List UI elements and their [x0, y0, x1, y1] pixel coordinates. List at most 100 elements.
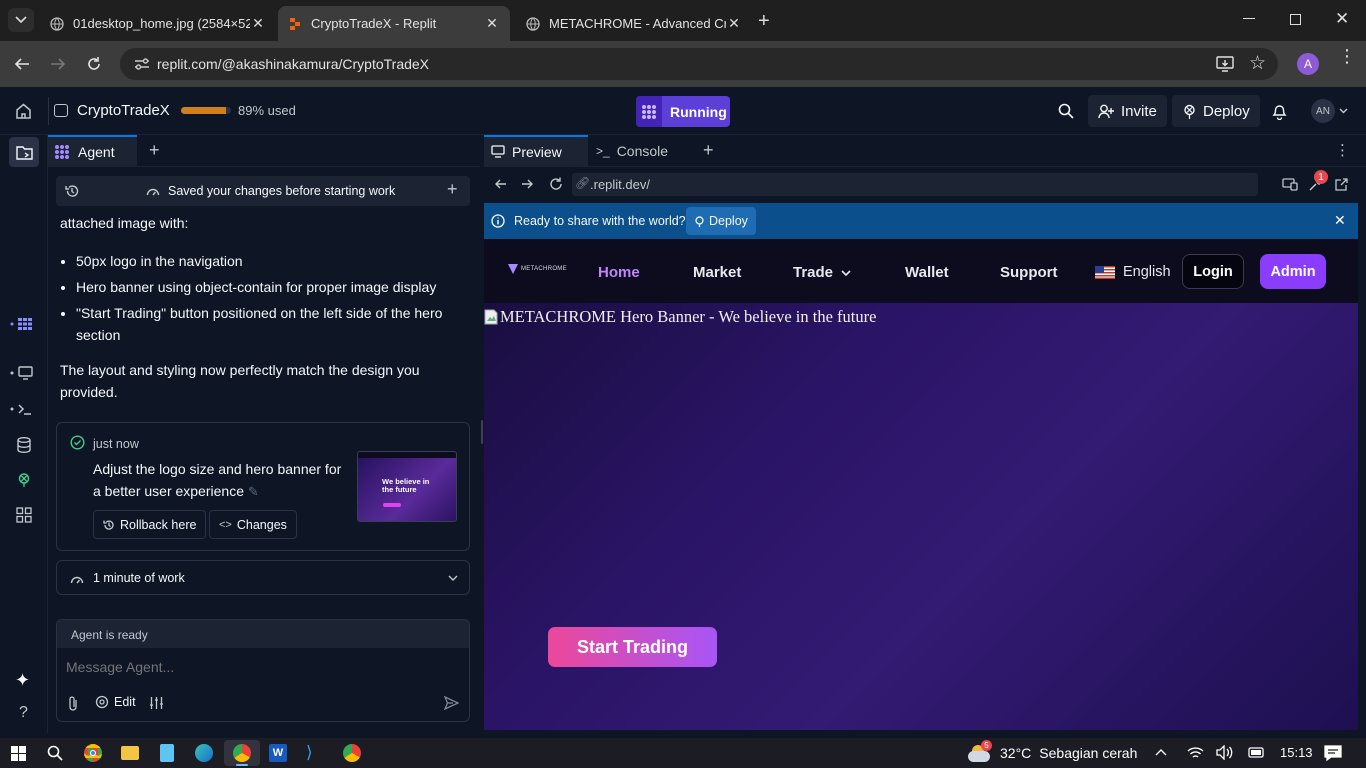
tab-console[interactable]: >_ Console — [588, 135, 691, 166]
search-icon[interactable] — [1058, 103, 1074, 119]
tab-preview[interactable]: Preview — [484, 135, 588, 166]
notepad-icon[interactable] — [160, 744, 174, 762]
chevron-up-icon[interactable] — [1155, 748, 1167, 756]
console-tool-icon[interactable] — [10, 401, 34, 417]
search-icon[interactable] — [47, 745, 63, 761]
checkpoint-screenshot[interactable]: We believe in the future — [357, 451, 457, 522]
tab-search-button[interactable] — [8, 8, 34, 32]
battery-icon[interactable] — [1248, 746, 1265, 759]
edit-mode-button[interactable]: Edit — [95, 695, 136, 709]
paperclip-icon[interactable] — [68, 696, 78, 711]
language-selector[interactable]: English — [1095, 264, 1171, 280]
new-tab-button[interactable]: + — [703, 140, 714, 161]
close-tab-icon[interactable]: ✕ — [484, 15, 500, 32]
login-button[interactable]: Login — [1182, 254, 1244, 289]
nav-market[interactable]: Market — [693, 264, 741, 281]
browser-menu-icon[interactable]: ⋮ — [1338, 47, 1356, 65]
home-icon[interactable] — [15, 103, 32, 119]
file-explorer-icon[interactable] — [121, 746, 139, 760]
files-toggle-button[interactable] — [9, 137, 39, 167]
reload-icon[interactable] — [549, 177, 563, 191]
agent-tool-icon[interactable] — [10, 316, 34, 332]
nav-wallet[interactable]: Wallet — [905, 264, 949, 281]
devices-icon[interactable] — [1282, 178, 1298, 191]
usage-bar[interactable] — [181, 107, 231, 114]
agent-tab[interactable]: Agent — [48, 135, 137, 166]
browser-tab-image[interactable]: 01desktop_home.jpg (2584×52 ✕ — [40, 6, 276, 41]
profile-avatar[interactable]: A — [1297, 53, 1319, 75]
close-tab-icon[interactable]: ✕ — [726, 15, 742, 32]
forward-arrow-icon[interactable] — [50, 56, 66, 72]
admin-button[interactable]: Admin — [1260, 254, 1326, 289]
database-icon[interactable] — [17, 437, 31, 453]
word-icon[interactable]: W — [269, 744, 287, 762]
windows-start-icon[interactable] — [11, 746, 26, 761]
reload-icon[interactable] — [86, 56, 102, 72]
terminal-icon: >_ — [596, 143, 610, 158]
history-icon[interactable] — [65, 184, 79, 198]
bookmark-star-icon[interactable]: ☆ — [1249, 52, 1266, 75]
new-tab-button[interactable]: + — [758, 10, 770, 33]
send-icon[interactable] — [444, 696, 459, 710]
edge-icon[interactable] — [195, 744, 213, 762]
nav-home[interactable]: Home — [598, 264, 640, 281]
sparkle-icon[interactable]: ✦ — [15, 670, 30, 691]
back-arrow-icon[interactable] — [494, 178, 507, 190]
preview-url-bar[interactable]: 🔗︎ .replit.dev/ — [572, 173, 1258, 196]
chrome-active-taskbar-icon[interactable] — [224, 740, 260, 766]
work-summary-label: 1 minute of work — [93, 571, 185, 585]
changes-button[interactable]: <> Changes — [209, 510, 297, 539]
site-settings-icon[interactable] — [134, 57, 150, 71]
close-tab-icon[interactable]: ✕ — [250, 15, 266, 32]
minimize-window-icon[interactable] — [1243, 18, 1255, 19]
close-icon[interactable]: ✕ — [1334, 212, 1346, 229]
nav-trade[interactable]: Trade — [793, 264, 851, 281]
rollback-button[interactable]: Rollback here — [93, 510, 207, 539]
new-chat-button[interactable]: + — [447, 179, 458, 200]
chrome-taskbar-icon-2[interactable] — [343, 744, 361, 762]
tab-preview-label: Preview — [512, 143, 562, 160]
new-tab-button[interactable]: + — [149, 140, 160, 161]
chrome-taskbar-icon[interactable] — [84, 744, 102, 762]
deployments-icon[interactable] — [16, 472, 32, 488]
install-app-icon[interactable] — [1216, 55, 1234, 73]
browser-tab-metachrome[interactable]: METACHROME - Advanced Cryp ✕ — [516, 6, 752, 41]
pencil-icon[interactable]: ✎ — [248, 484, 259, 499]
volume-icon[interactable] — [1216, 745, 1233, 760]
all-tools-grid-icon[interactable] — [16, 507, 32, 523]
vscode-icon[interactable]: ⟩ — [306, 744, 324, 762]
address-bar[interactable]: replit.com/@akashinakamura/CryptoTradeX — [120, 48, 1278, 80]
chevron-down-icon[interactable] — [448, 575, 458, 581]
close-window-icon[interactable]: ✕ — [1335, 9, 1349, 29]
browser-tab-replit[interactable]: CryptoTradeX - Replit ✕ — [278, 6, 510, 41]
pane-menu-icon[interactable]: ⋮ — [1335, 141, 1350, 159]
back-arrow-icon[interactable] — [14, 56, 30, 72]
help-icon[interactable]: ? — [19, 704, 28, 722]
restore-window-icon[interactable] — [1290, 14, 1301, 25]
deploy-button[interactable]: Deploy — [1172, 95, 1260, 127]
start-trading-button[interactable]: Start Trading — [548, 627, 717, 667]
chevron-down-icon — [841, 269, 851, 276]
chevron-down-icon[interactable] — [1339, 108, 1348, 114]
preview-tool-icon[interactable] — [10, 365, 34, 381]
site-logo[interactable]: METACHROME — [508, 264, 567, 274]
run-button[interactable]: Running — [636, 96, 730, 127]
forward-arrow-icon[interactable] — [521, 178, 534, 190]
share-deploy-button[interactable]: Deploy — [686, 207, 756, 235]
clock-time[interactable]: 15:13 — [1280, 745, 1313, 760]
nav-support[interactable]: Support — [1000, 264, 1058, 281]
weather-widget[interactable]: 5 32°C Sebagian cerah — [968, 740, 1137, 764]
bell-icon[interactable] — [1272, 103, 1287, 120]
deploy-icon — [695, 215, 704, 227]
agent-message-input[interactable] — [66, 654, 456, 680]
project-name[interactable]: CryptoTradeX — [77, 102, 170, 119]
user-avatar[interactable]: AN — [1311, 99, 1335, 123]
run-status-label: Running — [670, 103, 727, 120]
invite-button[interactable]: Invite — [1088, 95, 1167, 127]
work-summary[interactable]: 1 minute of work — [56, 560, 470, 595]
agent-message: attached image with: 50px logo in the na… — [60, 210, 465, 403]
wifi-icon[interactable] — [1187, 745, 1204, 760]
settings-sliders-icon[interactable] — [149, 696, 164, 710]
open-external-icon[interactable] — [1335, 178, 1348, 191]
notification-center-icon[interactable] — [1324, 745, 1342, 761]
